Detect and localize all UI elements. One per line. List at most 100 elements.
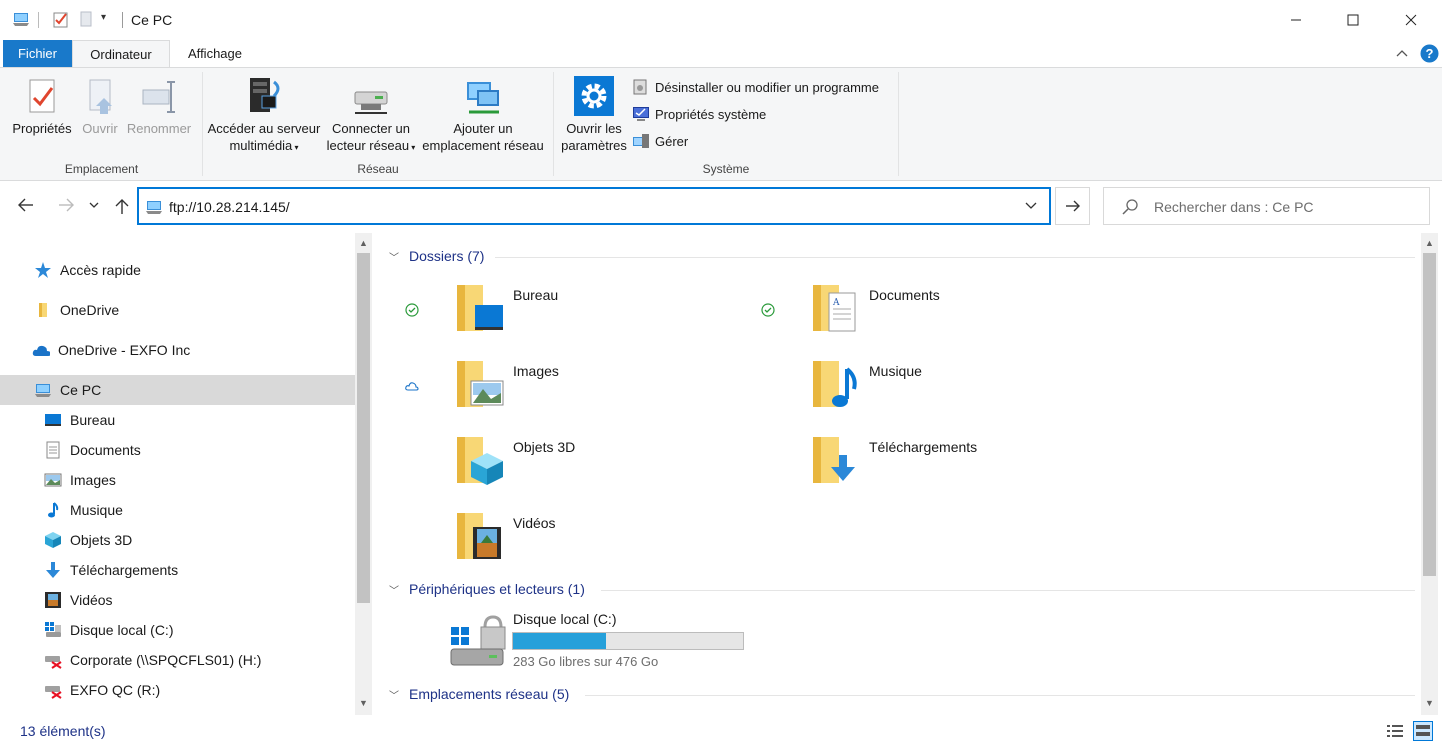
folder-tile-videos[interactable]: Vidéos [375, 511, 715, 575]
network-header-label: Emplacements réseau (5) [409, 686, 570, 702]
arrow-up-icon [115, 199, 129, 214]
nav-item-quick-access[interactable]: Accès rapide [0, 255, 355, 285]
rename-button[interactable]: Renommer [124, 76, 194, 137]
nav-item-documents[interactable]: Documents [0, 435, 355, 465]
map-drive-label-2: lecteur réseau [326, 138, 410, 153]
close-button[interactable] [1388, 0, 1434, 40]
scroll-up-icon[interactable]: ▲ [1421, 235, 1438, 252]
status-bar: 13 élément(s) [0, 715, 1442, 746]
address-dropdown-icon[interactable] [1025, 201, 1037, 211]
customize-quick-access-icon[interactable]: ▾ [101, 12, 106, 23]
properties-button[interactable]: Propriétés [8, 76, 76, 137]
collapse-ribbon-icon[interactable] [1396, 48, 1408, 58]
maximize-button[interactable] [1330, 0, 1376, 40]
properties-icon [29, 79, 55, 113]
folder-tile-images[interactable]: Images [375, 359, 715, 423]
open-button[interactable]: Ouvrir [78, 76, 122, 137]
up-button[interactable] [110, 197, 134, 217]
minimize-icon [1291, 19, 1301, 21]
nav-item-onedrive[interactable]: OneDrive [0, 295, 355, 325]
search-box[interactable]: Rechercher dans : Ce PC [1103, 187, 1430, 225]
computer-icon [13, 13, 29, 26]
explorer-window: ▾ Ce PC Fichier Ordinateur Affichage ? P… [0, 0, 1442, 746]
uninstall-program-button[interactable]: Désinstaller ou modifier un programme [632, 76, 879, 98]
tab-ordinateur[interactable]: Ordinateur [72, 40, 170, 68]
nav-scrollbar[interactable]: ▲ ▼ [355, 233, 372, 715]
nav-item-telechargements[interactable]: Téléchargements [0, 555, 355, 585]
group-label-systeme: Système [702, 162, 750, 176]
folder-tile-objets-3d[interactable]: Objets 3D [375, 435, 715, 499]
network-drive-icon [354, 91, 388, 114]
chevron-down-icon: ﹀ [389, 585, 399, 597]
open-settings-button[interactable]: Ouvrir les paramètres [558, 76, 630, 154]
map-dropdown-icon: ▾ [409, 143, 416, 152]
devices-section-header[interactable]: ﹀ Périphériques et lecteurs (1) [389, 581, 585, 597]
network-locations-section-header[interactable]: ﹀ Emplacements réseau (5) [389, 686, 569, 702]
properties-quick-icon[interactable] [52, 10, 70, 28]
nav-item-onedrive-exfo[interactable]: OneDrive - EXFO Inc [0, 335, 355, 365]
open-icon [89, 79, 112, 114]
tab-fichier[interactable]: Fichier [3, 40, 72, 67]
nav-item-bureau[interactable]: Bureau [0, 405, 355, 435]
nav-item-corporate-drive[interactable]: Corporate (\\SPQCFLS01) (H:) [0, 645, 355, 675]
download-arrow-icon [46, 562, 60, 578]
nav-item-local-disk[interactable]: Disque local (C:) [0, 615, 355, 645]
nav-label: Objets 3D [70, 532, 133, 548]
title-separator [122, 12, 123, 28]
folders-section-header[interactable]: ﹀ Dossiers (7) [389, 248, 484, 264]
local-disk-icon [45, 622, 61, 637]
details-view-icon[interactable] [1386, 723, 1404, 739]
address-input[interactable]: ftp://10.28.214.145/ [169, 199, 290, 215]
minimize-button[interactable] [1273, 0, 1319, 40]
address-bar[interactable]: ftp://10.28.214.145/ [137, 187, 1051, 225]
go-button[interactable] [1055, 187, 1090, 225]
tab-affichage[interactable]: Affichage [172, 40, 258, 67]
scroll-down-icon[interactable]: ▼ [355, 695, 372, 712]
nav-label: Téléchargements [70, 562, 179, 578]
nav-label: Bureau [70, 412, 116, 428]
content-scroll-thumb[interactable] [1423, 253, 1436, 576]
map-network-drive-button[interactable]: Connecter un lecteur réseau ▾ [324, 76, 418, 156]
large-icons-view-icon[interactable] [1413, 721, 1433, 741]
add-location-label-1: Ajouter un [453, 121, 513, 136]
desktop-icon [45, 414, 61, 426]
nav-item-images[interactable]: Images [0, 465, 355, 495]
nav-item-exfo-qc-drive[interactable]: EXFO QC (R:) [0, 675, 355, 705]
folder-tile-telechargements[interactable]: Téléchargements [731, 435, 1071, 499]
recent-locations-button[interactable] [84, 197, 104, 217]
content-scrollbar[interactable]: ▲ ▼ [1421, 233, 1438, 715]
local-disk-icon [450, 615, 506, 666]
nav-label: OneDrive - EXFO Inc [58, 342, 191, 358]
arrow-right-icon [59, 198, 74, 212]
nav-item-musique[interactable]: Musique [0, 495, 355, 525]
folder-name: Documents [869, 287, 940, 303]
nav-item-this-pc[interactable]: Ce PC [0, 375, 355, 405]
scroll-down-icon[interactable]: ▼ [1421, 695, 1438, 712]
drive-tile-local-disk[interactable]: Disque local (C:) 283 Go libres sur 476 … [375, 611, 795, 673]
scroll-up-icon[interactable]: ▲ [355, 235, 372, 252]
nav-label: Musique [70, 502, 123, 518]
nav-item-objets-3d[interactable]: Objets 3D [0, 525, 355, 555]
documents-folder-icon: A [813, 285, 856, 332]
system-properties-button[interactable]: Propriétés système [632, 103, 766, 125]
cloud-icon [32, 345, 50, 356]
svg-text:A: A [832, 298, 840, 308]
manage-button[interactable]: Gérer [632, 130, 688, 152]
folder-tile-musique[interactable]: Musique [731, 359, 1071, 423]
folder-name: Objets 3D [513, 439, 576, 455]
forward-button[interactable] [54, 197, 78, 217]
nav-scroll-thumb[interactable] [357, 253, 370, 603]
media-server-button[interactable]: Accéder au serveur multimédia ▾ [206, 76, 322, 156]
new-folder-quick-icon[interactable] [77, 10, 95, 28]
search-input[interactable]: Rechercher dans : Ce PC [1154, 199, 1314, 215]
cloud-status-icon [405, 382, 419, 391]
section-divider [601, 590, 1415, 591]
nav-item-videos[interactable]: Vidéos [0, 585, 355, 615]
folder-tile-documents[interactable]: A Documents [731, 283, 1071, 347]
folder-tile-bureau[interactable]: Bureau [375, 283, 715, 347]
help-icon[interactable]: ? [1420, 44, 1439, 63]
film-icon [45, 592, 61, 608]
add-network-location-button[interactable]: Ajouter un emplacement réseau [420, 76, 546, 154]
back-button[interactable] [14, 197, 38, 217]
maximize-icon [1347, 14, 1359, 26]
